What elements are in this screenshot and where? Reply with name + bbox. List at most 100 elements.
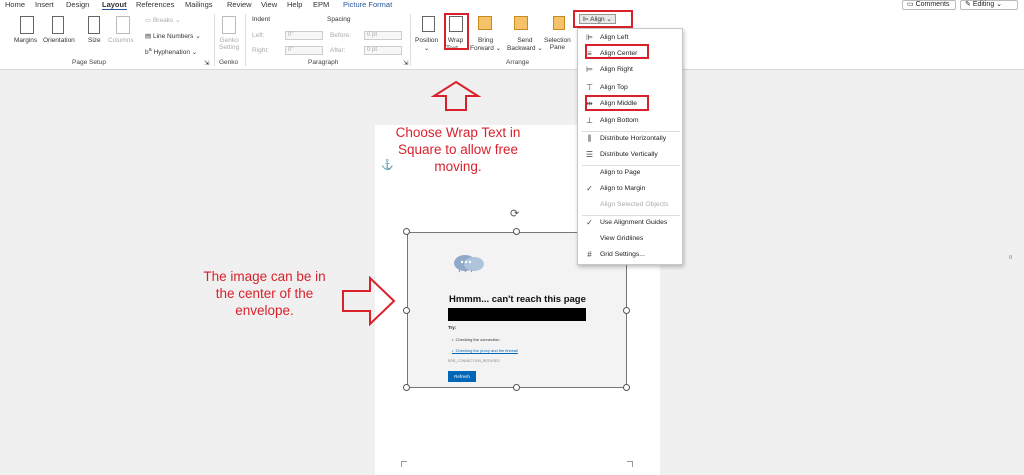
tab-review[interactable]: Review [227,0,252,9]
spacing-after-label: After: [330,47,346,54]
align-button-highlight [573,10,633,28]
send-backward-icon [514,16,528,30]
genko-group-label: Genko [219,59,239,66]
paragraph-group-label: Paragraph [308,59,339,66]
distribute-vertical-icon: ☰ [585,150,594,159]
align-middle-highlight [585,95,649,111]
resize-handle-bottom[interactable] [513,384,520,391]
page-setup-launcher-icon[interactable]: ⇲ [204,59,209,67]
indent-left-input[interactable]: 0" [285,31,323,40]
tab-picture-format[interactable]: Picture Format [343,0,392,9]
pencil-icon: ✎ [965,1,973,8]
resize-handle-bottom-left[interactable] [403,384,410,391]
line-numbers-button[interactable]: ▤ Line Numbers ⌄ [145,32,201,40]
orientation-icon [52,16,64,34]
selection-pane-button[interactable]: Selection Pane [544,37,571,51]
separator [214,14,215,66]
resize-handle-bottom-right[interactable] [623,384,630,391]
align-to-page-item[interactable]: Align to Page [578,166,682,180]
page-setup-group-label: Page Setup [72,59,106,66]
align-left-icon: ⊫ [586,33,593,42]
distribute-vertically-item[interactable]: ☰ Distribute Vertically [578,148,682,162]
send-backward-button[interactable]: Send Backward ⌄ [507,37,543,52]
paragraph-launcher-icon[interactable]: ⇲ [403,59,408,67]
align-right-icon: ⊨ [586,65,593,74]
use-alignment-guides-item[interactable]: ✓ Use Alignment Guides [578,216,682,230]
genko-setting-button[interactable]: Genko Setting [219,37,239,51]
columns-button[interactable]: Columns [108,37,134,44]
tab-layout[interactable]: Layout [102,0,127,10]
align-top-item[interactable]: ⊤ Align Top [578,81,682,95]
tab-epm[interactable]: EPM [313,0,329,9]
size-icon [88,16,100,34]
arrange-group-label: Arrange [506,59,530,66]
refresh-button[interactable]: Refresh [448,371,476,382]
checkmark-icon: ✓ [586,184,593,193]
selection-pane-icon [553,16,565,30]
tab-references[interactable]: References [136,0,174,9]
tab-insert[interactable]: Insert [35,0,54,9]
grid-settings-item[interactable]: # Grid Settings... [578,248,682,262]
spacing-before-input[interactable]: 0 pt [364,31,402,40]
spacing-after-input[interactable]: 0 pt [364,46,402,55]
separator [410,14,411,66]
error-code: ERR_CONNECTION_REFUSED [448,359,500,363]
wrap-text-highlight [444,13,469,50]
indent-label: Indent [252,16,271,23]
indent-right-input[interactable]: 0" [285,46,323,55]
bullet-proxy-link[interactable]: • Checking the proxy and the firewall [452,348,518,353]
align-bottom-item[interactable]: ⊥ Align Bottom [578,114,682,128]
distribute-horizontal-icon: ⫼ [587,134,592,143]
columns-icon [116,16,130,34]
rotate-handle-icon[interactable]: ⟳ [510,207,519,220]
view-gridlines-item[interactable]: View Gridlines [578,232,682,246]
anchor-icon: ⚓ [381,160,394,171]
indent-right-label: Right: [252,47,269,54]
margins-button[interactable]: Margins [14,37,37,44]
position-button[interactable]: Position ⌄ [415,37,438,52]
align-center-highlight [585,44,649,59]
editing-button[interactable]: ✎ Editing ⌄ [960,0,1018,10]
resize-handle-right[interactable] [623,307,630,314]
size-button[interactable]: Size [88,37,101,44]
up-arrow-annotation [430,80,482,111]
hyphenation-button[interactable]: ba Hyphenation ⌄ [145,47,197,56]
ribbon: Margins Orientation Size Columns ▭ Break… [0,10,1024,70]
tab-help[interactable]: Help [287,0,302,9]
tab-view[interactable]: View [261,0,277,9]
spacing-before-label: Before: [330,32,351,39]
bring-forward-icon [478,16,492,30]
tab-home[interactable]: Home [5,0,25,9]
align-to-margin-item[interactable]: ✓ Align to Margin [578,182,682,196]
resize-handle-top[interactable] [513,228,520,235]
align-bottom-icon: ⊥ [586,116,593,125]
distribute-horizontally-item[interactable]: ⫼ Distribute Horizontally [578,132,682,146]
bullet-connection: • Checking the connection [452,337,500,342]
align-right-item[interactable]: ⊨ Align Right [578,63,682,77]
resize-handle-top-left[interactable] [403,228,410,235]
try-label: Try: [448,325,457,330]
orientation-button[interactable]: Orientation [43,37,75,44]
wrap-text-note: Choose Wrap Text in Square to allow free… [395,125,521,174]
tab-design[interactable]: Design [66,0,89,9]
comments-button[interactable]: ▭ Comments [902,0,956,10]
checkmark-icon: ✓ [586,218,593,227]
margins-icon [20,16,34,34]
genko-setting-icon [222,16,236,34]
redacted-bar [448,308,586,321]
align-selected-objects-item[interactable]: Align Selected Objects [578,198,682,212]
align-left-item[interactable]: ⊫ Align Left [578,31,682,45]
comment-icon: ▭ [907,1,916,8]
margin-corner-left [401,461,407,467]
position-icon [422,16,435,32]
center-note: The image can be in the center of the en… [203,269,326,318]
error-heading: Hmmm... can't reach this page [449,294,586,305]
indent-left-label: Left: [252,32,265,39]
resize-handle-left[interactable] [403,307,410,314]
separator [245,14,246,66]
breaks-button[interactable]: ▭ Breaks ⌄ [145,16,180,24]
right-arrow-annotation [342,275,396,327]
tab-mailings[interactable]: Mailings [185,0,213,9]
bring-forward-button[interactable]: Bring Forward ⌄ [470,37,501,52]
align-top-icon: ⊤ [586,83,593,92]
